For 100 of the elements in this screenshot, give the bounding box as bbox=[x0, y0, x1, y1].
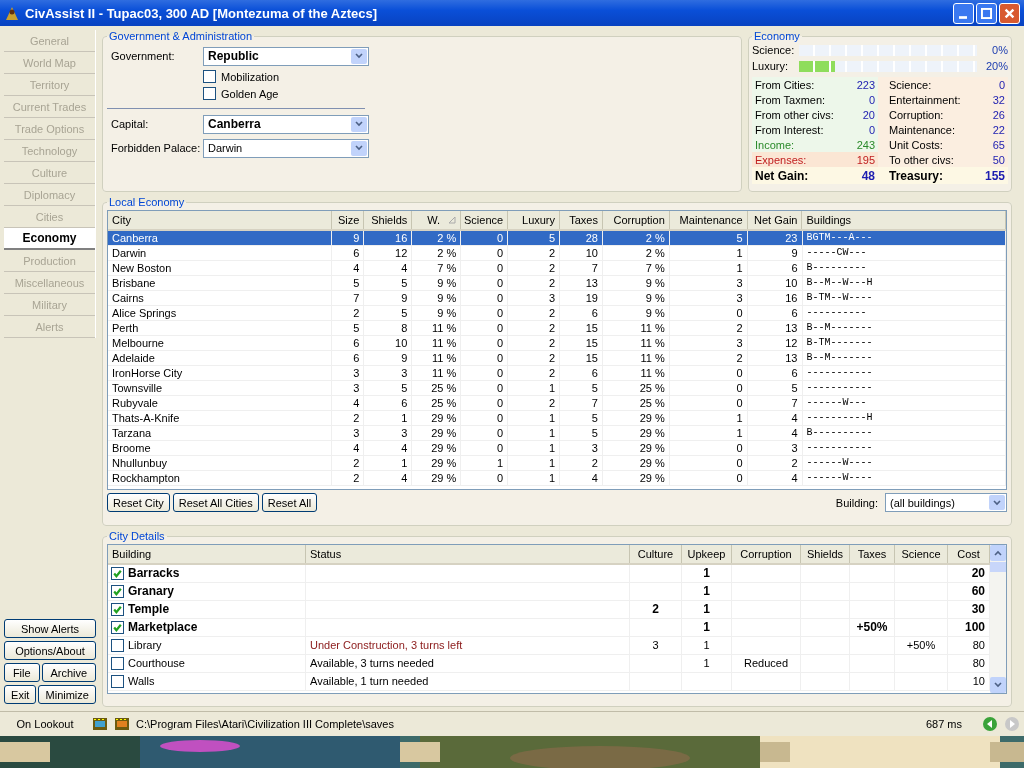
table-cell: IronHorse City bbox=[108, 366, 333, 380]
column-header[interactable]: Shields bbox=[801, 545, 850, 563]
building-row[interactable]: Barracks 1 20 bbox=[108, 565, 990, 583]
table-cell: 7 bbox=[560, 261, 603, 275]
building-row[interactable]: Walls Available, 1 turn needed 10 bbox=[108, 673, 990, 691]
table-cell: 12 bbox=[747, 336, 803, 350]
city-row[interactable]: Rubyvale 4 6 25 % 0 2 7 25 % 0 7 ------W--- bbox=[108, 396, 1006, 411]
minimize-button[interactable] bbox=[953, 2, 974, 24]
side-button[interactable]: Archive bbox=[41, 663, 96, 682]
capital-dropdown[interactable]: Canberra bbox=[203, 114, 369, 134]
city-row[interactable]: Alice Springs 2 5 9 % 0 2 6 9 % 0 6 ---------- bbox=[108, 306, 1006, 321]
table-cell: Darwin bbox=[108, 246, 333, 260]
side-button[interactable]: Minimize bbox=[38, 685, 96, 704]
scroll-up-icon[interactable] bbox=[990, 545, 1006, 561]
reset-button[interactable]: Reset All bbox=[261, 493, 318, 512]
nav-tab[interactable]: Economy bbox=[4, 228, 95, 250]
close-button[interactable] bbox=[999, 2, 1020, 24]
panel-title: Economy bbox=[753, 30, 801, 42]
maximize-button[interactable] bbox=[976, 2, 997, 24]
ledger-value: 26 bbox=[992, 108, 1005, 121]
table-cell: B-TM--W---- bbox=[802, 291, 1006, 305]
city-row[interactable]: Thats-A-Knife 2 1 29 % 0 1 5 29 % 1 4 ----------H bbox=[108, 411, 1006, 426]
city-row[interactable]: Adelaide 6 9 11 % 0 2 15 11 % 2 13 B--M------- bbox=[108, 351, 1006, 366]
reset-button[interactable]: Reset City bbox=[107, 493, 170, 512]
table-cell: Reduced bbox=[743, 657, 788, 669]
table-cell: 0 bbox=[461, 246, 509, 260]
checkbox[interactable] bbox=[203, 70, 216, 83]
checkbox[interactable] bbox=[111, 675, 124, 688]
city-row[interactable]: Cairns 7 9 9 % 0 3 19 9 % 3 16 B-TM--W---- bbox=[108, 291, 1006, 306]
side-button[interactable]: Options/About bbox=[4, 641, 96, 660]
table-cell: 0 bbox=[461, 471, 509, 485]
city-row[interactable]: IronHorse City 3 3 11 % 0 2 6 11 % 0 6 ----------- bbox=[108, 366, 1006, 381]
table-cell: 23 bbox=[747, 231, 803, 245]
city-row[interactable]: Darwin 6 12 2 % 0 2 10 2 % 1 9 -----CW--- bbox=[108, 246, 1006, 261]
column-header[interactable]: Size bbox=[332, 211, 365, 229]
building-dropdown[interactable]: (all buildings) bbox=[885, 493, 1007, 512]
column-header[interactable]: City bbox=[108, 211, 333, 229]
building-row[interactable]: Temple 2 1 30 bbox=[108, 601, 990, 619]
rate-label: Luxury: bbox=[752, 60, 790, 72]
table-cell: 4 bbox=[364, 441, 413, 455]
city-row[interactable]: Nhullunbuy 2 1 29 % 1 1 2 29 % 0 2 ------W---- bbox=[108, 456, 1006, 471]
scroll-down-icon[interactable] bbox=[990, 677, 1006, 693]
column-header[interactable]: Science bbox=[895, 545, 948, 563]
column-header[interactable]: Net Gain bbox=[747, 211, 803, 229]
side-button[interactable]: Exit bbox=[4, 685, 37, 704]
film-icon[interactable] bbox=[92, 716, 108, 732]
table-cell: 7 % bbox=[412, 261, 462, 275]
city-row[interactable]: New Boston 4 4 7 % 0 2 7 7 % 1 6 B--------- bbox=[108, 261, 1006, 276]
city-row[interactable]: Townsville 3 5 25 % 0 1 5 25 % 0 5 ----------- bbox=[108, 381, 1006, 396]
checkbox[interactable] bbox=[111, 567, 124, 580]
side-button[interactable]: Show Alerts bbox=[4, 619, 96, 638]
column-header[interactable]: Science bbox=[461, 211, 509, 229]
building-row[interactable]: Granary 1 60 bbox=[108, 583, 990, 601]
table-cell: 5 bbox=[364, 306, 413, 320]
column-header[interactable]: W. bbox=[412, 211, 462, 229]
table-cell: 30 bbox=[971, 602, 985, 616]
table-cell: 3 bbox=[669, 291, 748, 305]
government-dropdown[interactable]: Republic bbox=[203, 46, 369, 66]
city-row[interactable]: Melbourne 6 10 11 % 0 2 15 11 % 3 12 B-TM------- bbox=[108, 336, 1006, 351]
side-button[interactable]: File bbox=[4, 663, 40, 682]
city-row[interactable]: Perth 5 8 11 % 0 2 15 11 % 2 13 B--M------- bbox=[108, 321, 1006, 336]
checkbox[interactable] bbox=[203, 87, 216, 100]
column-header[interactable]: Culture bbox=[630, 545, 682, 563]
table-cell: 2 bbox=[508, 396, 560, 410]
column-header[interactable]: Taxes bbox=[560, 211, 603, 229]
column-header[interactable]: Shields bbox=[364, 211, 413, 229]
checkbox[interactable] bbox=[111, 657, 124, 670]
building-row[interactable]: Courthouse Available, 3 turns needed 1 Reduced 80 bbox=[108, 655, 990, 673]
table-cell: 4 bbox=[364, 471, 413, 485]
city-row[interactable]: Tarzana 3 3 29 % 0 1 5 29 % 1 4 B---------- bbox=[108, 426, 1006, 441]
city-row[interactable]: Canberra 9 16 2 % 0 5 28 2 % 5 23 BGTM---A--- bbox=[108, 231, 1006, 246]
city-row[interactable]: Rockhampton 2 4 29 % 0 1 4 29 % 0 4 ------W---- bbox=[108, 471, 1006, 486]
ledger-label: Corruption: bbox=[889, 108, 944, 121]
column-header[interactable]: Status bbox=[306, 545, 630, 563]
checkbox[interactable] bbox=[111, 603, 124, 616]
table-cell: 1 bbox=[703, 602, 710, 616]
palace-dropdown[interactable]: Darwin bbox=[203, 138, 369, 158]
reset-button[interactable]: Reset All Cities bbox=[172, 493, 259, 512]
building-row[interactable]: Marketplace 1 +50% 100 bbox=[108, 619, 990, 637]
table-cell: 5 bbox=[364, 381, 413, 395]
checkbox[interactable] bbox=[111, 585, 124, 598]
column-header[interactable]: Corruption bbox=[602, 211, 670, 229]
checkbox[interactable] bbox=[111, 621, 124, 634]
column-header[interactable]: Maintenance bbox=[669, 211, 748, 229]
scroll-thumb[interactable] bbox=[990, 562, 1006, 572]
building-row[interactable]: Library Under Construction, 3 turns left 3 1 +50% 80 bbox=[108, 637, 990, 655]
table-cell: 11 % bbox=[412, 321, 462, 335]
column-header[interactable]: Buildings bbox=[802, 211, 1006, 229]
column-header[interactable]: Upkeep bbox=[682, 545, 732, 563]
scrollbar[interactable] bbox=[990, 545, 1006, 693]
ledger-value: 50 bbox=[992, 153, 1005, 166]
column-header[interactable]: Building bbox=[108, 545, 306, 563]
column-header[interactable]: Taxes bbox=[850, 545, 895, 563]
city-row[interactable]: Broome 4 4 29 % 0 1 3 29 % 0 3 ----------- bbox=[108, 441, 1006, 456]
city-row[interactable]: Brisbane 5 5 9 % 0 2 13 9 % 3 10 B--M--W---H bbox=[108, 276, 1006, 291]
table-cell: 11 % bbox=[602, 351, 670, 365]
column-header[interactable]: Corruption bbox=[732, 545, 801, 563]
column-header[interactable]: Luxury bbox=[508, 211, 561, 229]
film-icon[interactable] bbox=[114, 716, 130, 732]
checkbox[interactable] bbox=[111, 639, 124, 652]
